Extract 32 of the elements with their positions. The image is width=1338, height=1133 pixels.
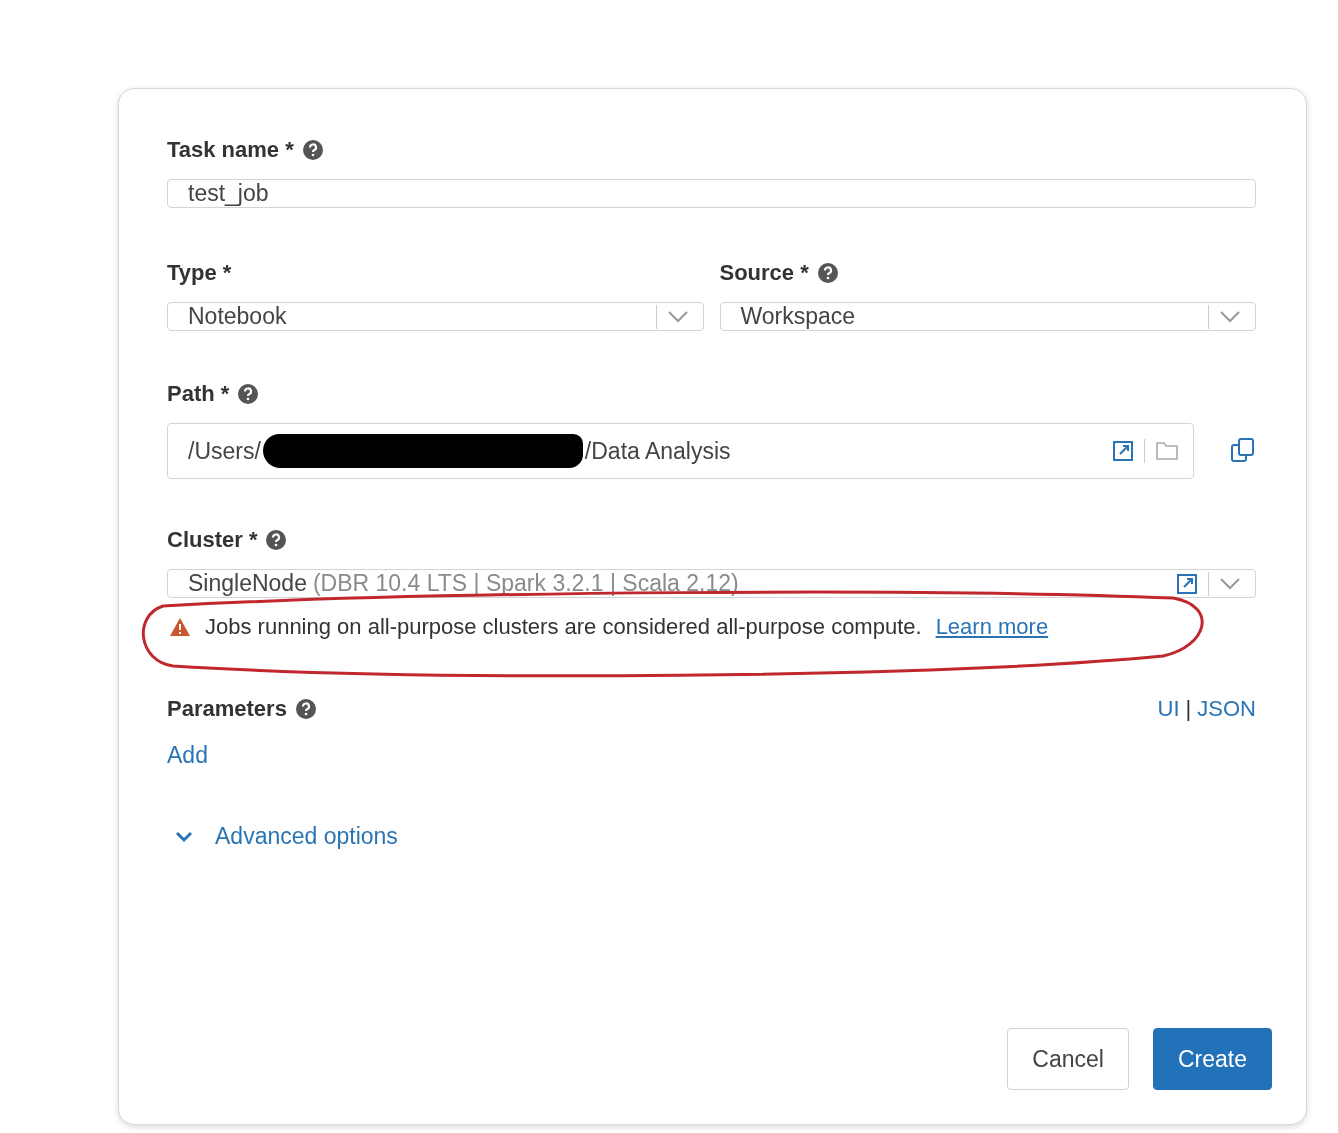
help-icon[interactable]: [237, 383, 260, 405]
help-icon[interactable]: [816, 262, 839, 284]
warning-icon: [169, 617, 191, 637]
type-select[interactable]: Notebook: [167, 302, 704, 331]
add-parameter-link[interactable]: Add: [167, 742, 208, 769]
json-mode-link[interactable]: JSON: [1197, 696, 1256, 722]
field-label: Parameters: [167, 696, 287, 722]
learn-more-link[interactable]: Learn more: [935, 614, 1049, 640]
cancel-button[interactable]: Cancel: [1007, 1028, 1129, 1090]
help-icon[interactable]: [294, 698, 317, 720]
create-button[interactable]: Create: [1152, 1028, 1272, 1090]
chevron-icon[interactable]: [666, 309, 689, 324]
task-name-field[interactable]: test_job: [167, 179, 1256, 208]
ui-mode-link[interactable]: UI: [1157, 696, 1180, 722]
chevron-icon[interactable]: [1219, 576, 1241, 591]
open-external-icon[interactable]: [1112, 440, 1134, 462]
path-field[interactable]: /Users/ /Data Analysis: [167, 423, 1194, 479]
field-label: Cluster *: [167, 527, 258, 553]
open-external-icon[interactable]: [1176, 572, 1198, 595]
separator-text: |: [1185, 696, 1192, 722]
help-icon[interactable]: [265, 529, 288, 551]
field-label: Type *: [167, 260, 232, 286]
advanced-options-toggle[interactable]: Advanced options: [167, 823, 398, 850]
field-label: Path *: [167, 381, 230, 407]
field-label: Task name *: [167, 137, 294, 163]
chevron-icon: [175, 830, 193, 843]
help-icon[interactable]: [301, 139, 324, 161]
copy-icon[interactable]: [1230, 437, 1256, 465]
warning-message: Jobs running on all-purpose clusters are considered all-purpose compute.: [205, 614, 922, 640]
source-select[interactable]: Workspace: [719, 302, 1256, 331]
field-label: Source *: [719, 260, 809, 286]
chevron-icon[interactable]: [1219, 309, 1241, 324]
